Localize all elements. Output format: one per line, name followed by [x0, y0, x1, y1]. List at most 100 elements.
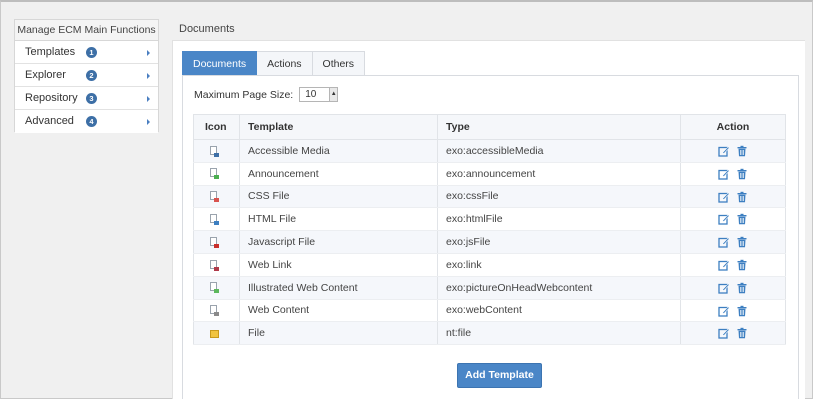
edit-icon[interactable] [718, 327, 730, 340]
trash-icon[interactable] [736, 305, 748, 317]
documents-tab-content: Maximum Page Size: 10 ▲ Icon Template Ty… [182, 75, 799, 399]
ecm-functions-title: Manage ECM Main Functions [15, 20, 158, 41]
sidebar-item-label: Templates [25, 46, 76, 58]
template-type: nt:file [437, 321, 681, 346]
trash-icon[interactable] [736, 236, 748, 248]
sidebar-item-advanced[interactable]: Advanced 4 [15, 110, 158, 133]
trash-icon[interactable] [736, 259, 748, 271]
template-name: Javascript File [239, 230, 438, 254]
edit-icon[interactable] [718, 305, 730, 317]
page-size-select[interactable]: 10 ▲ [299, 87, 339, 102]
template-actions [680, 230, 786, 254]
sidebar-item-badge: 4 [86, 116, 97, 127]
edit-icon[interactable] [718, 282, 730, 294]
chevron-right-icon [147, 73, 150, 79]
edit-icon[interactable] [718, 168, 730, 180]
template-actions [680, 185, 786, 209]
chevron-right-icon [147, 119, 150, 125]
javascript-file-icon [210, 236, 219, 248]
edit-icon[interactable] [718, 236, 730, 248]
template-name: Web Link [239, 253, 438, 277]
ecm-functions-panel: Manage ECM Main Functions Templates 1 Expl… [14, 19, 159, 133]
table-row: Web Link exo:link [193, 253, 786, 277]
template-name: HTML File [239, 207, 438, 232]
sidebar-item-repository[interactable]: Repository 3 [15, 87, 158, 110]
template-name: Announcement [239, 162, 438, 186]
web-content-file-icon [210, 305, 219, 317]
template-type: exo:link [437, 253, 681, 277]
chevron-right-icon [147, 96, 150, 102]
template-type: exo:webContent [437, 299, 681, 323]
template-type: exo:accessibleMedia [437, 139, 681, 163]
sidebar-item-templates[interactable]: Templates 1 [15, 41, 158, 64]
template-icon-cell [193, 321, 240, 346]
template-icon-cell [193, 276, 240, 300]
column-header-action: Action [680, 114, 786, 140]
template-type: exo:htmlFile [437, 207, 681, 232]
column-header-type: Type [437, 114, 681, 140]
page-size-control: Maximum Page Size: 10 ▲ [194, 87, 339, 102]
page-size-value: 10 [305, 89, 317, 100]
illustrated-web-content-file-icon [210, 282, 219, 294]
template-actions [680, 276, 786, 300]
add-template-button[interactable]: Add Template [457, 363, 542, 388]
template-type: exo:cssFile [437, 185, 681, 209]
template-name: CSS File [239, 185, 438, 209]
css-file-icon [210, 191, 219, 203]
templates-table: Icon Template Type Action Accessible Med… [193, 114, 786, 346]
template-actions [680, 253, 786, 277]
template-name: Illustrated Web Content [239, 276, 438, 300]
table-row: Javascript File exo:jsFile [193, 230, 786, 254]
trash-icon[interactable] [736, 327, 748, 339]
sidebar-item-explorer[interactable]: Explorer 2 [15, 64, 158, 87]
html-file-icon [210, 214, 219, 225]
table-row: HTML File exo:htmlFile [193, 207, 786, 232]
template-name: File [239, 321, 438, 346]
trash-icon[interactable] [736, 168, 748, 180]
table-header-row: Icon Template Type Action [193, 114, 786, 140]
template-actions [680, 162, 786, 186]
template-actions [680, 139, 786, 163]
table-row: Web Content exo:webContent [193, 299, 786, 323]
template-icon-cell [193, 207, 240, 232]
table-row: Illustrated Web Content exo:pictureOnHead… [193, 276, 786, 300]
tab-others[interactable]: Others [312, 51, 366, 76]
tab-bar: Documents Actions Others [182, 51, 366, 76]
announcement-file-icon [210, 168, 219, 180]
template-icon-cell [193, 162, 240, 186]
ecm-functions-list: Templates 1 Explorer 2 Repository 3 Advanced 4 [15, 41, 158, 133]
template-icon-cell [193, 139, 240, 163]
sidebar-item-label: Advanced [25, 115, 74, 127]
edit-icon[interactable] [718, 259, 730, 271]
sidebar-item-label: Repository [25, 92, 78, 104]
table-row: Accessible Media exo:accessibleMedia [193, 139, 786, 163]
template-icon-cell [193, 299, 240, 323]
table-row: CSS File exo:cssFile [193, 185, 786, 209]
template-name: Accessible Media [239, 139, 438, 163]
table-row: Announcement exo:announcement [193, 162, 786, 186]
web-link-file-icon [210, 259, 219, 271]
template-name: Web Content [239, 299, 438, 323]
table-row: File nt:file [193, 321, 786, 346]
template-type: exo:jsFile [437, 230, 681, 254]
trash-icon[interactable] [736, 282, 748, 294]
template-type: exo:pictureOnHeadWebcontent [437, 276, 681, 300]
page-size-label: Maximum Page Size: [194, 88, 294, 101]
template-icon-cell [193, 185, 240, 209]
documents-panel: Documents Actions Others Maximum Page Size… [172, 40, 805, 399]
trash-icon[interactable] [736, 213, 748, 225]
trash-icon[interactable] [736, 191, 748, 203]
tab-documents[interactable]: Documents [182, 51, 258, 76]
template-type: exo:announcement [437, 162, 681, 186]
edit-icon[interactable] [718, 213, 730, 226]
column-header-icon: Icon [193, 114, 240, 140]
template-actions [680, 299, 786, 323]
edit-icon[interactable] [718, 191, 730, 203]
tab-actions[interactable]: Actions [257, 51, 313, 76]
edit-icon[interactable] [718, 145, 730, 157]
sidebar-item-badge: 2 [86, 70, 97, 81]
trash-icon[interactable] [736, 145, 748, 157]
templates-table-body: Accessible Media exo:accessibleMedia Annou… [193, 139, 786, 346]
template-actions [680, 321, 786, 346]
sidebar-item-badge: 1 [86, 47, 97, 58]
